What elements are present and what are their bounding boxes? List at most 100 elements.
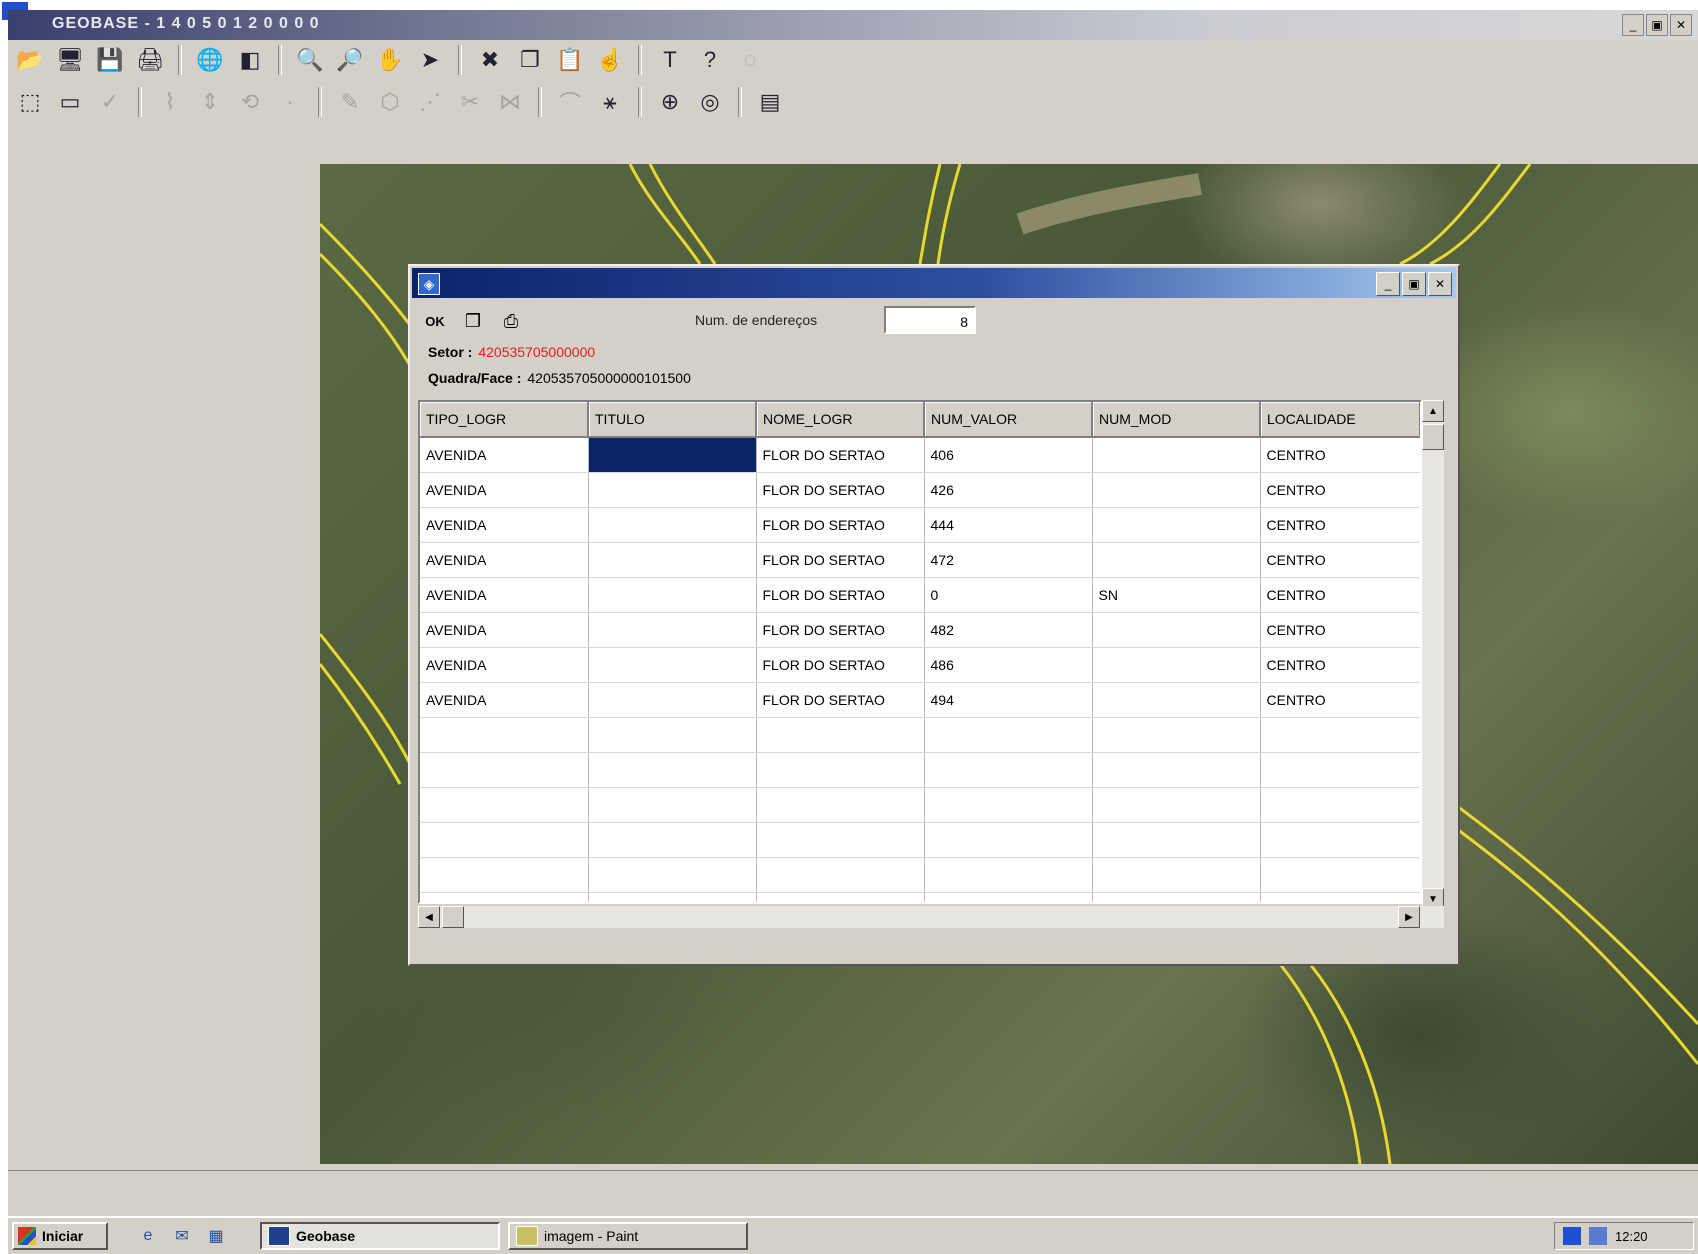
gps-icon[interactable]: ⊕ bbox=[654, 86, 686, 118]
table-cell-empty[interactable] bbox=[420, 857, 589, 893]
minimize-button[interactable]: _ bbox=[1622, 14, 1644, 36]
table-cell-num-valor[interactable]: 426 bbox=[924, 472, 1093, 508]
table-row[interactable]: AVENIDA FLOR DO SERTAO 426 CENTRO bbox=[420, 472, 1420, 508]
table-cell-tipo-logr[interactable]: AVENIDA bbox=[420, 577, 589, 613]
table-cell-empty[interactable] bbox=[1092, 822, 1261, 858]
table-row[interactable]: AVENIDA FLOR DO SERTAO 472 CENTRO bbox=[420, 542, 1420, 578]
table-cell-num-mod[interactable] bbox=[1092, 612, 1261, 648]
table-cell-titulo[interactable] bbox=[588, 542, 757, 578]
table-row[interactable]: AVENIDA FLOR DO SERTAO 0 SN CENTRO bbox=[420, 577, 1420, 613]
table-cell-empty[interactable] bbox=[1092, 857, 1261, 893]
table-cell-tipo-logr[interactable]: AVENIDA bbox=[420, 542, 589, 578]
scroll-left-arrow-icon[interactable]: ◀ bbox=[418, 906, 440, 928]
table-cell-localidade[interactable]: CENTRO bbox=[1260, 577, 1420, 613]
table-cell-tipo-logr[interactable]: AVENIDA bbox=[420, 612, 589, 648]
table-cell-empty[interactable] bbox=[924, 717, 1093, 753]
grid-horizontal-scrollbar[interactable]: ◀ ▶ bbox=[418, 906, 1444, 928]
table-row[interactable]: AVENIDA FLOR DO SERTAO 444 CENTRO bbox=[420, 507, 1420, 543]
merge-icon[interactable]: ⋈ bbox=[494, 86, 526, 118]
dialog-minimize-button[interactable]: _ bbox=[1376, 272, 1400, 296]
table-row-empty[interactable] bbox=[420, 787, 1420, 823]
pan-hand-icon[interactable]: ✋ bbox=[374, 44, 406, 76]
pencil-icon[interactable]: ✎ bbox=[334, 86, 366, 118]
table-cell-localidade[interactable]: CENTRO bbox=[1260, 612, 1420, 648]
print-records-icon[interactable]: ⎙ bbox=[494, 304, 528, 338]
table-cell-empty[interactable] bbox=[756, 787, 925, 823]
address-grid[interactable]: TIPO_LOGR TITULO NOME_LOGR NUM_VALOR NUM_MOD… bbox=[418, 400, 1422, 904]
table-cell-localidade[interactable]: CENTRO bbox=[1260, 437, 1420, 473]
table-row-empty[interactable] bbox=[420, 752, 1420, 788]
rotate-icon[interactable]: ⟲ bbox=[234, 86, 266, 118]
split-icon[interactable]: ✂ bbox=[454, 86, 486, 118]
table-cell-empty[interactable] bbox=[420, 717, 589, 753]
grid-vertical-scrollbar[interactable]: ▲ ▼ bbox=[1422, 400, 1444, 910]
table-cell-titulo[interactable] bbox=[588, 507, 757, 543]
table-cell-num-mod[interactable] bbox=[1092, 507, 1261, 543]
table-cell-num-valor[interactable]: 406 bbox=[924, 437, 1093, 473]
table-row-empty[interactable] bbox=[420, 822, 1420, 858]
column-header-nome-logr[interactable]: NOME_LOGR bbox=[756, 402, 925, 438]
outlook-icon[interactable]: ✉ bbox=[170, 1224, 194, 1248]
table-cell-num-mod[interactable] bbox=[1092, 542, 1261, 578]
ie-icon[interactable]: e bbox=[136, 1224, 160, 1248]
table-row[interactable]: AVENIDA FLOR DO SERTAO 486 CENTRO bbox=[420, 647, 1420, 683]
pointer-icon[interactable]: ➤ bbox=[414, 44, 446, 76]
table-cell-num-valor[interactable]: 0 bbox=[924, 577, 1093, 613]
print-icon[interactable]: 🖨 bbox=[134, 44, 166, 76]
table-cell-empty[interactable] bbox=[588, 787, 757, 823]
curve-icon[interactable]: ⌒ bbox=[554, 86, 586, 118]
disabled-tool-icon[interactable]: ◌ bbox=[734, 44, 766, 76]
scroll-up-arrow-icon[interactable]: ▲ bbox=[1422, 400, 1444, 422]
table-cell-empty[interactable] bbox=[1260, 752, 1420, 788]
copy-icon[interactable]: ❐ bbox=[514, 44, 546, 76]
table-cell-num-mod[interactable] bbox=[1092, 437, 1261, 473]
num-enderecos-field[interactable]: 8 bbox=[884, 306, 976, 334]
table-cell-num-mod[interactable] bbox=[1092, 682, 1261, 718]
table-cell-empty[interactable] bbox=[420, 822, 589, 858]
help-icon[interactable]: ? bbox=[694, 44, 726, 76]
task-geobase[interactable]: Geobase bbox=[260, 1222, 500, 1250]
table-cell-empty[interactable] bbox=[588, 822, 757, 858]
layers-icon[interactable]: ◧ bbox=[234, 44, 266, 76]
rectangle-icon[interactable]: ▭ bbox=[54, 86, 86, 118]
monitor-icon[interactable]: 🖥 bbox=[54, 44, 86, 76]
table-cell-empty[interactable] bbox=[1260, 787, 1420, 823]
table-cell-empty[interactable] bbox=[420, 787, 589, 823]
table-cell-num-mod[interactable] bbox=[1092, 472, 1261, 508]
table-cell-localidade[interactable]: CENTRO bbox=[1260, 507, 1420, 543]
table-cell-localidade[interactable]: CENTRO bbox=[1260, 472, 1420, 508]
identify-icon[interactable]: ☝ bbox=[594, 44, 626, 76]
check-icon[interactable]: ✓ bbox=[94, 86, 126, 118]
dot-icon[interactable]: · bbox=[274, 86, 306, 118]
table-cell-titulo[interactable] bbox=[588, 437, 757, 473]
table-cell-tipo-logr[interactable]: AVENIDA bbox=[420, 507, 589, 543]
polygon-icon[interactable]: ⬡ bbox=[374, 86, 406, 118]
table-row[interactable]: AVENIDA FLOR DO SERTAO 406 CENTRO bbox=[420, 437, 1420, 473]
table-cell-nome-logr[interactable]: FLOR DO SERTAO bbox=[756, 682, 925, 718]
table-cell-empty[interactable] bbox=[1092, 892, 1261, 902]
table-cell-empty[interactable] bbox=[420, 752, 589, 788]
table-cell-empty[interactable] bbox=[588, 752, 757, 788]
table-cell-empty[interactable] bbox=[924, 787, 1093, 823]
close-button[interactable]: ✕ bbox=[1670, 14, 1692, 36]
desktop-icon[interactable]: ▦ bbox=[204, 1224, 228, 1248]
table-cell-empty[interactable] bbox=[1260, 857, 1420, 893]
table-cell-nome-logr[interactable]: FLOR DO SERTAO bbox=[756, 472, 925, 508]
column-header-num-valor[interactable]: NUM_VALOR bbox=[924, 402, 1093, 438]
zoom-in-icon[interactable]: 🔍 bbox=[294, 44, 326, 76]
column-header-tipo-logr[interactable]: TIPO_LOGR bbox=[420, 402, 589, 438]
volume-tray-icon[interactable] bbox=[1589, 1227, 1607, 1245]
table-cell-tipo-logr[interactable]: AVENIDA bbox=[420, 682, 589, 718]
table-cell-tipo-logr[interactable]: AVENIDA bbox=[420, 647, 589, 683]
zoom-out-icon[interactable]: 🔎 bbox=[334, 44, 366, 76]
table-row-empty[interactable] bbox=[420, 857, 1420, 893]
table-cell-nome-logr[interactable]: FLOR DO SERTAO bbox=[756, 437, 925, 473]
table-cell-empty[interactable] bbox=[588, 892, 757, 902]
table-cell-empty[interactable] bbox=[756, 752, 925, 788]
database-icon[interactable]: ▤ bbox=[754, 86, 786, 118]
dialog-titlebar[interactable]: ◈ _ ▣ ✕ bbox=[412, 268, 1456, 298]
select-rect-icon[interactable]: ⬚ bbox=[14, 86, 46, 118]
dialog-maximize-button[interactable]: ▣ bbox=[1402, 272, 1426, 296]
text-icon[interactable]: T bbox=[654, 44, 686, 76]
paste-icon[interactable]: 📋 bbox=[554, 44, 586, 76]
